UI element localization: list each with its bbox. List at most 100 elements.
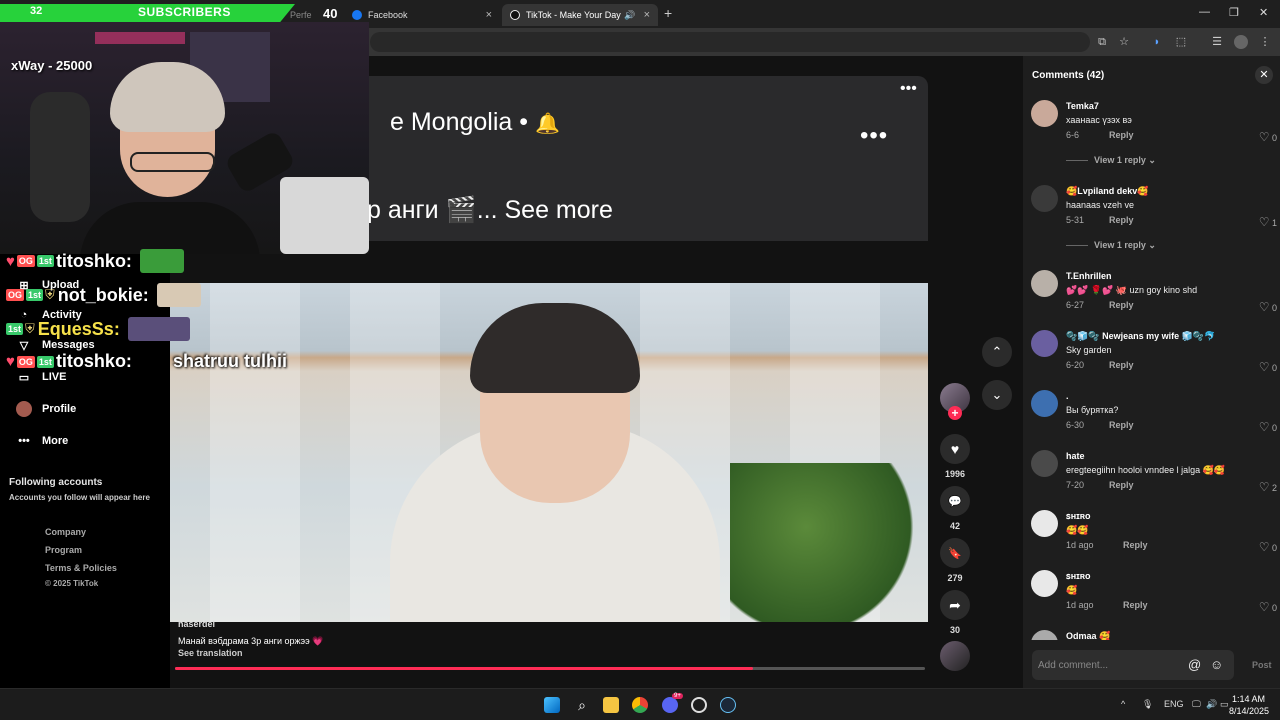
search-icon[interactable]: ⌕ [574, 697, 590, 713]
tab-close-icon[interactable]: × [486, 9, 492, 21]
sidebar-item-more[interactable]: ••• More [14, 434, 68, 448]
reply-button[interactable]: Reply [1109, 130, 1134, 140]
new-tab-button[interactable]: + [664, 5, 672, 21]
comment-text: Sky garden [1066, 345, 1112, 355]
tray-chevron-icon[interactable]: ^ [1121, 699, 1125, 709]
tab-audio-icon[interactable]: 🔊 [624, 10, 635, 21]
microphone-icon[interactable]: 🎙 [1142, 699, 1153, 710]
chrome-icon[interactable] [632, 697, 648, 713]
comment-user[interactable]: ꜱʜɪʀᴏ [1066, 571, 1091, 582]
reply-button[interactable]: Reply [1109, 420, 1134, 430]
mention-icon[interactable]: @ [1188, 657, 1201, 672]
comment-like-button[interactable]: ♡ 0 [1259, 360, 1277, 374]
discord-icon[interactable] [662, 697, 678, 713]
volume-icon[interactable]: 🔊 [1206, 699, 1217, 710]
avatar[interactable] [1031, 630, 1058, 640]
comment-button[interactable]: 💬 [940, 486, 970, 516]
video-caption-text[interactable]: р анги 🎬... See more [367, 196, 613, 225]
browser-menu-icon[interactable]: ⋮ [1258, 35, 1272, 49]
video-progress-bar[interactable] [175, 667, 925, 670]
close-comments-button[interactable]: ✕ [1255, 66, 1273, 84]
reply-button[interactable]: Reply [1123, 600, 1148, 610]
avatar[interactable] [1031, 185, 1058, 212]
avatar[interactable] [1031, 100, 1058, 127]
comment-input[interactable] [1038, 656, 1178, 674]
steam-icon[interactable] [720, 697, 736, 713]
window-close-button[interactable]: ✕ [1259, 6, 1268, 19]
minimize-button[interactable]: — [1199, 6, 1210, 18]
comment-user[interactable]: Temka7 [1066, 101, 1099, 111]
reply-button[interactable]: Reply [1109, 300, 1134, 310]
reply-button[interactable]: Reply [1109, 360, 1134, 370]
battery-icon[interactable]: ▭ [1220, 699, 1229, 710]
more-options-icon[interactable]: ••• [860, 122, 888, 150]
reading-list-icon[interactable]: ☰ [1210, 35, 1224, 49]
comment-user[interactable]: hate [1066, 451, 1085, 461]
comment-user[interactable]: T.Enhrillen [1066, 271, 1112, 281]
extension-icon[interactable]: ◗ [1150, 35, 1164, 49]
comment-text: 💕💕 🌹💕 🐙 uzn goy kino shd [1066, 285, 1198, 295]
view-replies-button[interactable]: View 1 reply ⌄ [1066, 155, 1156, 166]
address-bar[interactable] [370, 32, 1090, 52]
clock-time[interactable]: 1:14 AM [1232, 694, 1265, 704]
comment-user[interactable]: 🥰Lvpiland dekv🥰 [1066, 186, 1148, 197]
file-explorer-icon[interactable] [603, 697, 619, 713]
comment-like-button[interactable]: ♡ 2 [1259, 480, 1277, 494]
monitor-icon[interactable]: 🖵 [1192, 699, 1201, 710]
comment-like-button[interactable]: ♡ 0 [1259, 130, 1277, 144]
video-player[interactable] [170, 283, 928, 622]
profile-avatar-icon[interactable] [1234, 35, 1248, 49]
avatar[interactable] [1031, 570, 1058, 597]
comment-user[interactable]: 🫧🧊🫧 Newjeans my wife 🧊🫧🐬 [1066, 331, 1215, 342]
avatar[interactable] [1031, 510, 1058, 537]
comment-like-button[interactable]: ♡ 0 [1259, 300, 1277, 314]
heart-badge-icon: ♥ [6, 252, 15, 270]
obs-icon[interactable] [691, 697, 707, 713]
next-video-button[interactable]: ⌄ [982, 380, 1012, 410]
save-button[interactable]: 🔖 [940, 538, 970, 568]
language-indicator[interactable]: ENG [1164, 699, 1184, 709]
comment-date: 6-6 [1066, 130, 1080, 140]
install-app-icon[interactable]: ⧉ [1095, 35, 1109, 49]
video-author[interactable]: haserdel [178, 619, 215, 629]
like-button[interactable]: ♥ [940, 434, 970, 464]
comment-user[interactable]: ꜱʜɪʀᴏ [1066, 511, 1091, 522]
reply-button[interactable]: Reply [1109, 215, 1134, 225]
music-disc-icon[interactable] [940, 641, 970, 671]
follow-button[interactable]: + [948, 406, 962, 420]
video-menu-icon[interactable]: ••• [900, 80, 917, 98]
comment-like-button[interactable]: ♡ 0 [1259, 540, 1277, 554]
avatar[interactable] [1031, 390, 1058, 417]
avatar[interactable] [1031, 330, 1058, 357]
streamer-shirt [80, 202, 260, 254]
post-button[interactable]: Post [1252, 660, 1272, 670]
clock-date[interactable]: 8/14/2025 [1229, 706, 1269, 716]
comment-user[interactable]: . [1066, 391, 1069, 401]
tab-close-icon[interactable]: × [644, 9, 650, 21]
footer-link-program[interactable]: Program [45, 545, 82, 555]
comment-user[interactable]: Odmaa 🥰 [1066, 631, 1110, 640]
reply-button[interactable]: Reply [1109, 480, 1134, 490]
tab-tiktok-label: TikTok - Make Your Day [526, 10, 621, 20]
footer-link-terms[interactable]: Terms & Policies [45, 563, 117, 573]
avatar[interactable] [1031, 270, 1058, 297]
tab-tiktok[interactable]: TikTok - Make Your Day 🔊 × [502, 4, 658, 26]
comment-like-button[interactable]: ♡ 0 [1259, 420, 1277, 434]
comment-like-button[interactable]: ♡ 0 [1259, 600, 1277, 614]
view-replies-button[interactable]: View 1 reply ⌄ [1066, 240, 1156, 251]
sidebar-item-profile[interactable]: Profile [14, 401, 76, 417]
reply-button[interactable]: Reply [1123, 540, 1148, 550]
share-button[interactable]: ➦ [940, 590, 970, 620]
comment-like-button[interactable]: ♡ 1 [1259, 215, 1277, 229]
bookmark-star-icon[interactable]: ☆ [1117, 35, 1131, 49]
start-icon[interactable] [544, 697, 560, 713]
extensions-puzzle-icon[interactable]: ⬚ [1174, 35, 1188, 49]
sidebar-item-live[interactable]: ▭ LIVE [14, 370, 67, 384]
footer-link-company[interactable]: Company [45, 527, 86, 537]
avatar[interactable] [1031, 450, 1058, 477]
previous-video-button[interactable]: ⌃ [982, 337, 1012, 367]
maximize-button[interactable]: ❐ [1229, 6, 1239, 19]
stream-goal-text: xWay - 25000 [11, 58, 93, 73]
see-translation-link[interactable]: See translation [178, 648, 243, 658]
emoji-icon[interactable]: ☺ [1210, 657, 1223, 672]
